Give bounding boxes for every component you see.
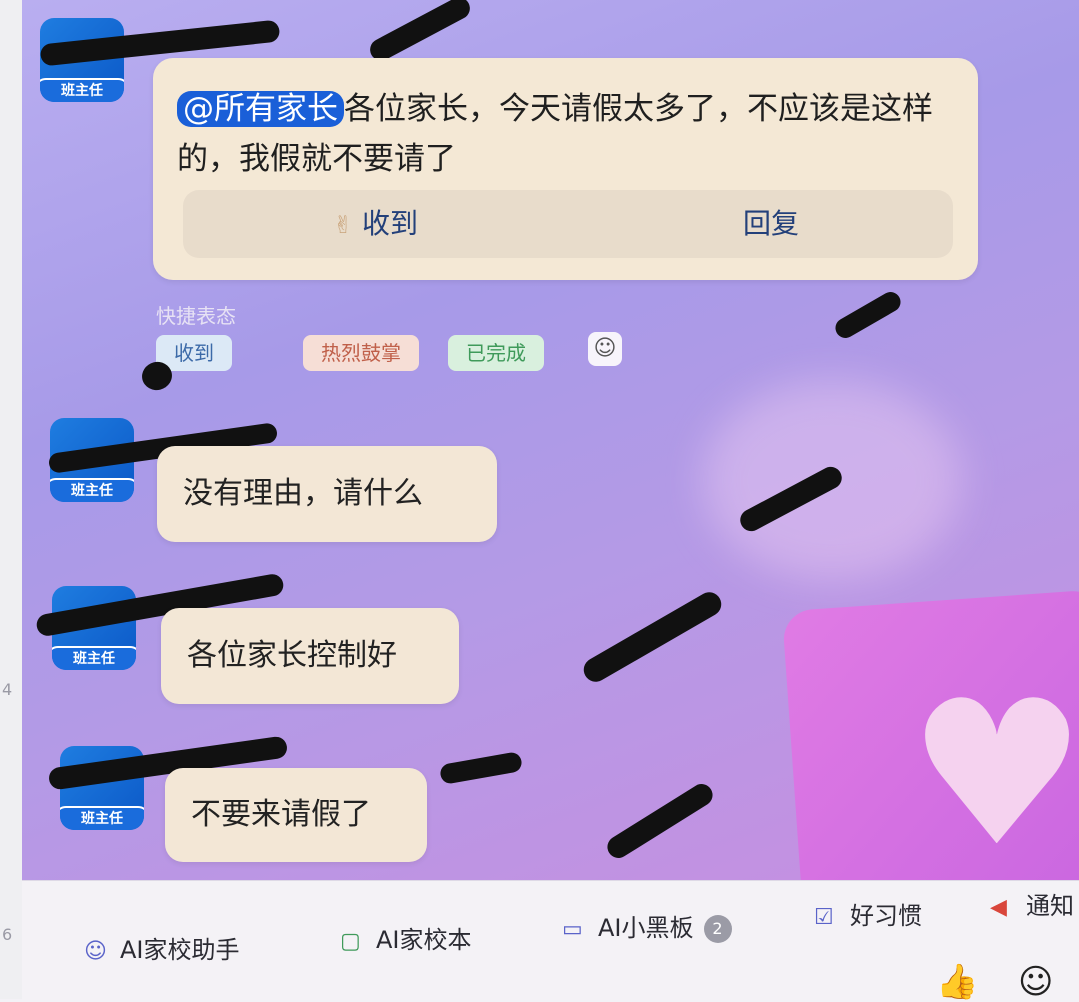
message-bubble[interactable]: 没有理由，请什么 xyxy=(157,446,497,542)
mention-all-parents[interactable]: @所有家长 xyxy=(177,91,344,127)
toolbar-good-habits[interactable]: ☑ 好习惯 xyxy=(814,893,922,939)
toolbar-label: 好习惯 xyxy=(850,902,922,930)
toolbar-ai-notebook[interactable]: ▢ AI家校本 xyxy=(340,917,472,963)
thumbs-up-icon[interactable]: 👍 xyxy=(936,962,978,1002)
hand-icon: ✌ xyxy=(333,211,354,239)
announcement-actions: ✌ 收到 回复 xyxy=(183,190,953,258)
sidebar-digit: 4 xyxy=(2,680,13,699)
message-text: 没有理由，请什么 xyxy=(183,476,423,511)
toolbar-ai-board[interactable]: ▭ AI小黑板 2 xyxy=(562,905,732,951)
left-sidebar-strip: 4 6 xyxy=(0,0,23,999)
role-badge: 班主任 xyxy=(50,478,134,502)
calendar-check-icon: ☑ xyxy=(814,905,834,930)
acknowledge-label: 收到 xyxy=(362,207,419,240)
role-badge: 班主任 xyxy=(60,806,144,830)
quick-reactions-label: 快捷表态 xyxy=(156,304,236,328)
sidebar-digit: 6 xyxy=(2,925,13,944)
toolbar-notice[interactable]: ◀ 通知 xyxy=(990,883,1074,929)
bottom-toolbar: ☺ AI家校助手 ▢ AI家校本 ▭ AI小黑板 2 ☑ 好习惯 ◀ 通知 xyxy=(22,880,1079,1000)
toolbar-label: AI小黑板 xyxy=(598,914,694,942)
reaction-chip-done[interactable]: 已完成 xyxy=(448,335,544,371)
board-icon: ▭ xyxy=(562,917,583,942)
megaphone-icon: ◀ xyxy=(990,895,1007,920)
toolbar-label: AI家校本 xyxy=(376,926,472,954)
toolbar-ai-assistant[interactable]: ☺ AI家校助手 xyxy=(84,927,240,973)
toolbar-label: 通知 xyxy=(1026,892,1074,920)
announcement-bubble[interactable]: @所有家长 各位家长，今天请假太多了，不应该是这样的，我假就不要请了 ✌ 收到 回… xyxy=(153,58,978,280)
reply-label: 回复 xyxy=(743,207,800,240)
acknowledge-button[interactable]: ✌ 收到 xyxy=(333,190,418,258)
unread-badge: 2 xyxy=(703,915,732,943)
emoji-icon[interactable]: ☺ xyxy=(1018,962,1053,1002)
message-text: 各位家长控制好 xyxy=(187,638,397,673)
heart-decoration: ♥ xyxy=(907,658,1079,891)
reaction-chip-applause[interactable]: 热烈鼓掌 xyxy=(303,335,419,371)
role-badge: 班主任 xyxy=(52,646,136,670)
notebook-icon: ▢ xyxy=(340,929,361,954)
toolbar-label: AI家校助手 xyxy=(120,936,240,964)
message-bubble[interactable]: 各位家长控制好 xyxy=(161,608,459,704)
robot-icon: ☺ xyxy=(84,939,107,964)
message-text: 不要来请假了 xyxy=(191,797,371,832)
role-badge: 班主任 xyxy=(40,78,124,102)
reply-button[interactable]: 回复 xyxy=(743,190,799,258)
announcement-text: @所有家长 各位家长，今天请假太多了，不应该是这样的，我假就不要请了 xyxy=(177,84,967,184)
add-reaction-icon[interactable]: ☺ xyxy=(588,332,622,366)
message-bubble[interactable]: 不要来请假了 xyxy=(165,768,427,862)
